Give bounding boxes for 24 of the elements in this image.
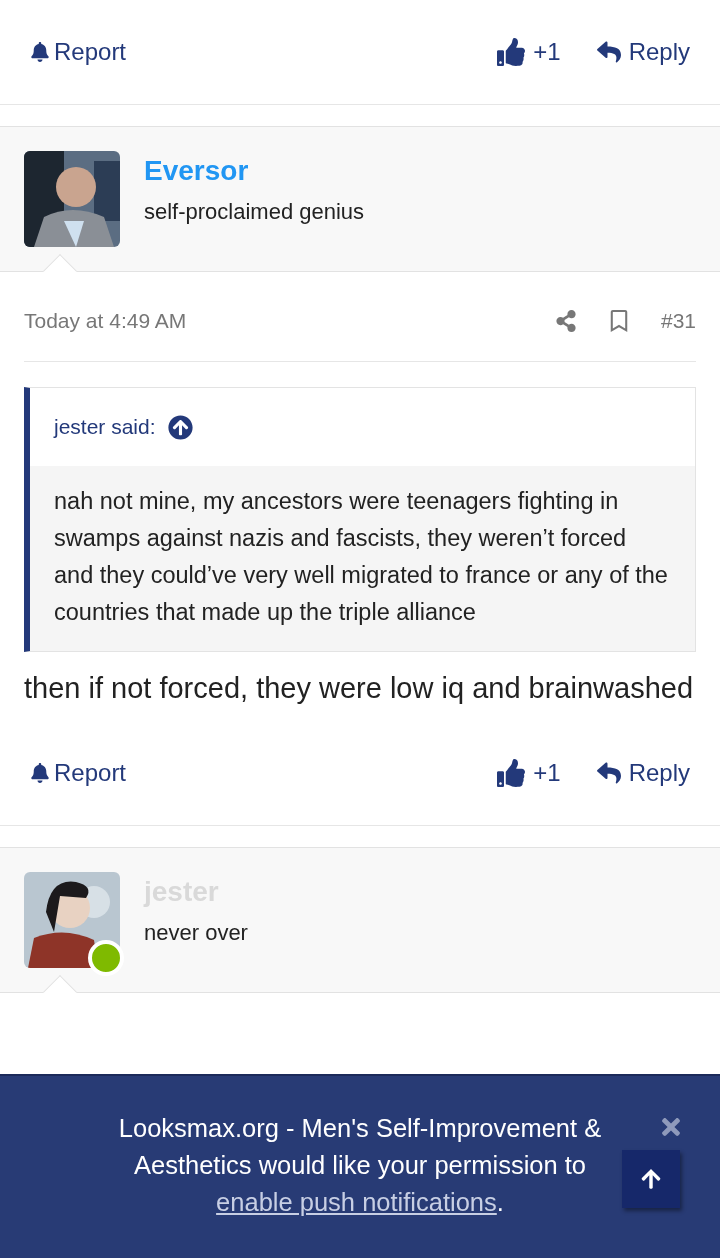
user-title: self-proclaimed genius [144, 198, 365, 226]
quote-text: nah not mine, my ancestors were teenagers fighting in swamps against nazis and fascists, they weren’t forced and they could’ve very well migrated to france or any of the countries that made up the triple alliance [30, 466, 695, 651]
like-button[interactable]: +1 [497, 755, 561, 791]
enable-notifications-link[interactable]: enable push notifications [216, 1188, 497, 1216]
bell-icon [30, 763, 50, 783]
report-link[interactable]: Report [30, 34, 127, 70]
bell-icon [30, 42, 50, 62]
share-icon[interactable] [554, 309, 577, 332]
like-button[interactable]: +1 [497, 34, 561, 70]
thumbs-up-icon [497, 38, 526, 66]
post-number[interactable]: #31 [660, 304, 696, 337]
user-title: never over [144, 919, 248, 947]
reply-link[interactable]: Reply [596, 755, 690, 791]
post-date[interactable]: Today at 4:49 AM [24, 304, 187, 337]
reply-link[interactable]: Reply [596, 34, 690, 70]
reply-icon [596, 40, 621, 64]
bookmark-icon[interactable] [608, 309, 629, 332]
thumbs-up-icon [497, 759, 526, 787]
report-link[interactable]: Report [30, 755, 127, 791]
post-body: then if not forced, they were low iq and brainwashed [24, 671, 694, 706]
scroll-to-top-button[interactable] [622, 1150, 680, 1208]
reply-icon [596, 761, 621, 785]
quote-author[interactable]: jester said: [54, 411, 156, 443]
arrow-up-icon [640, 1168, 662, 1190]
